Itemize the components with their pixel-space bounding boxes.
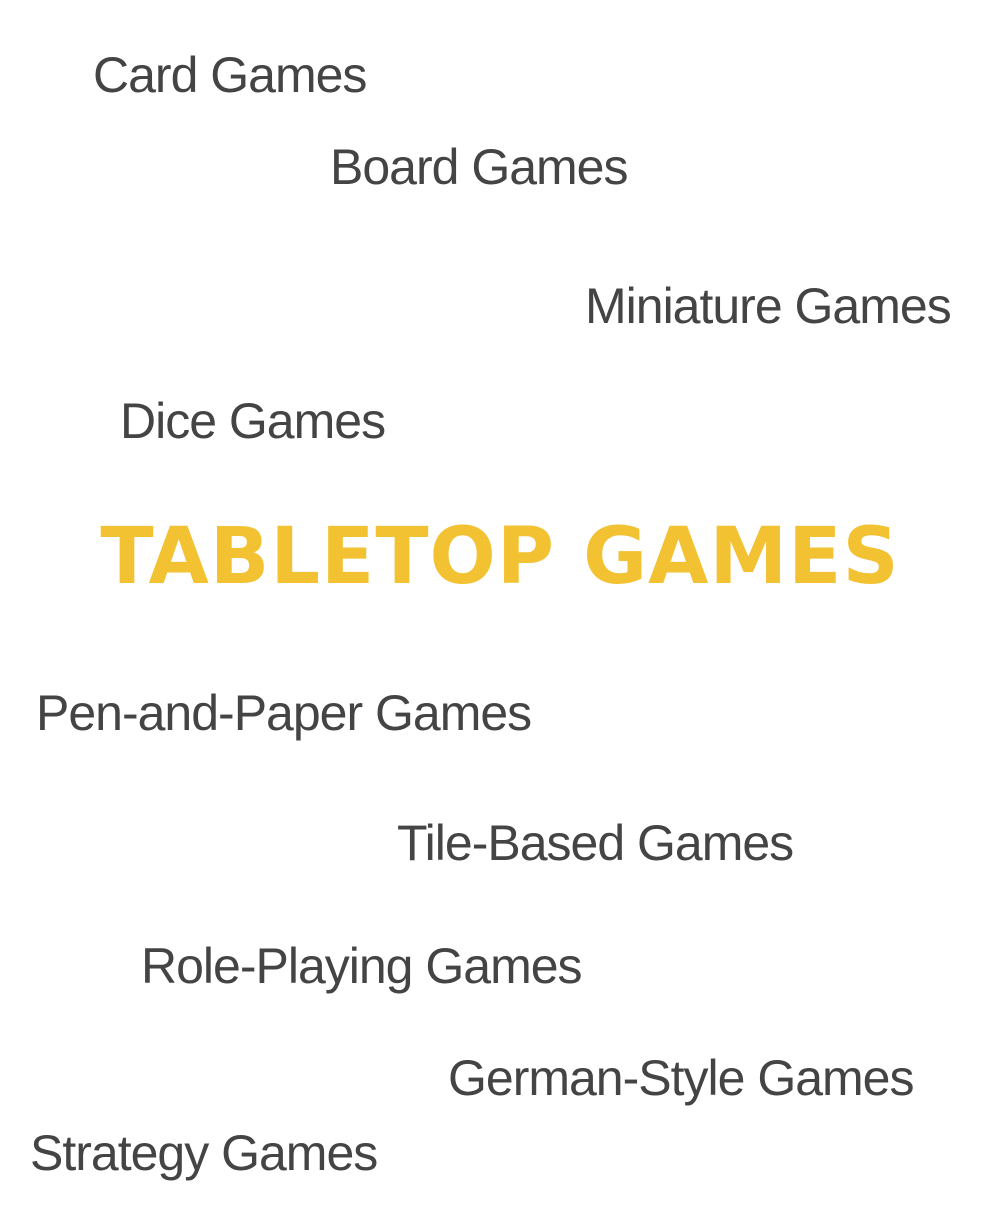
term-strategy-games: Strategy Games: [30, 1125, 378, 1181]
term-role-playing-games: Role-Playing Games: [141, 938, 583, 994]
term-board-games: Board Games: [330, 139, 628, 195]
main-title: TABLETOP GAMES: [100, 512, 900, 602]
term-miniature-games: Miniature Games: [585, 278, 952, 334]
term-tile-based-games: Tile-Based Games: [397, 815, 794, 871]
term-pen-and-paper-games: Pen-and-Paper Games: [36, 685, 532, 741]
term-german-style-games: German-Style Games: [448, 1050, 914, 1106]
term-dice-games: Dice Games: [120, 393, 386, 449]
term-card-games: Card Games: [93, 47, 367, 103]
